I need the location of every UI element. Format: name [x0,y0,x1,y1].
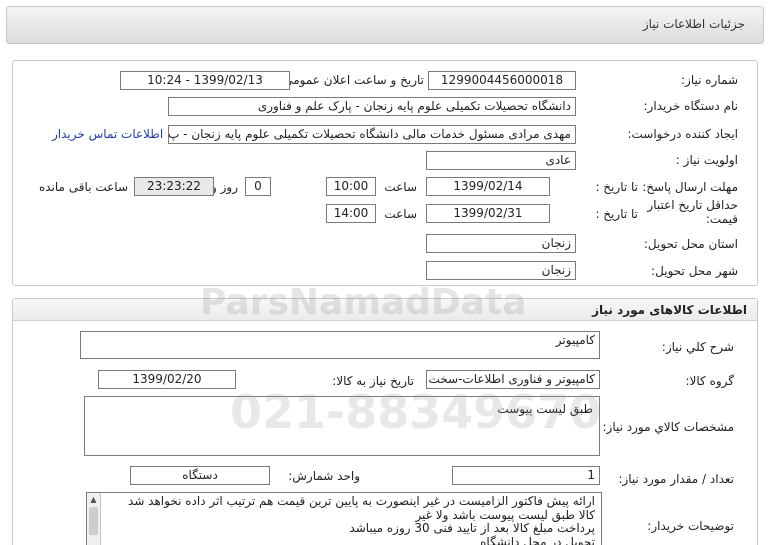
remaining-time-field: 23:23:22 [134,177,214,196]
days-label: روز و [211,180,238,194]
send-deadline-label: مهلت ارسال پاسخ: [642,180,738,194]
notes-scrollbar[interactable]: ▲ [87,493,101,545]
city-field: زنجان [426,261,576,280]
note-line: تحویل در محل دانشگاه [480,534,595,545]
notes-lines: ارائه پیش فاکتور الزامیست در غیر اینصورت… [105,494,595,545]
announce-field: 1399/02/13 - 10:24 [120,71,290,90]
page-title: جزئیات اطلاعات نیاز [642,17,745,31]
send-time-label: ساعت [384,180,417,194]
need-date-field: 1399/02/20 [98,370,236,389]
send-to-date-label: تا تاریخ : [595,180,638,194]
province-field: زنجان [426,234,576,253]
need-number-field: 1299004456000018 [428,71,576,90]
validity-time-field: 14:00 [326,204,376,223]
summary-label: شرح کلي نياز: [661,340,734,354]
note-line: پرداخت مبلغ کالا بعد از تایید فنی 30 روز… [349,521,595,535]
validity-label: حداقل تاریخ اعتبار قیمت: [647,198,738,226]
validity-to-date-label: تا تاریخ : [595,207,638,221]
validity-time-label: ساعت [384,207,417,221]
send-date-field: 1399/02/14 [426,177,550,196]
scroll-thumb[interactable] [89,507,98,535]
unit-field: دستگاه [130,466,270,485]
buyer-org-field: دانشگاه تحصیلات تکمیلی علوم پایه زنجان -… [168,97,576,116]
scroll-up-icon[interactable]: ▲ [87,493,100,506]
requester-field: مهدی مرادی مسئول خدمات مالی دانشگاه تحصی… [168,125,576,144]
general-info-panel [12,60,758,286]
need-number-label: شماره نیاز: [681,73,738,87]
group-label: گروه کالا: [685,374,735,388]
specs-label: مشخصات کالاي مورد نياز: [602,420,734,434]
requester-label: ایجاد کننده درخواست: [627,127,738,141]
contact-buyer-link[interactable]: اطلاعات تماس خریدار [52,127,163,141]
page-header: جزئیات اطلاعات نیاز [6,6,764,44]
days-field: 0 [245,177,271,196]
city-label: شهر محل تحویل: [651,264,738,278]
qty-label: تعداد / مقدار مورد نیاز: [618,472,734,486]
announce-label: تاریخ و ساعت اعلان عمومی: [279,73,424,87]
goods-section-title: اطلاعات کالاهای مورد نیاز [592,303,747,317]
priority-field: عادی [426,151,576,170]
watermark-phone: 021-88349670 [230,385,602,439]
watermark-brand: ParsNamadData [200,282,527,323]
unit-label: واحد شمارش: [288,469,360,483]
summary-field: کامپیوتر [80,331,600,359]
note-line: کالا طبق لیست پیوست باشد ولا غیر [415,507,595,522]
notes-field[interactable]: ▲ ارائه پیش فاکتور الزامیست در غیر اینصو… [86,492,602,545]
priority-label: اولویت نیاز : [675,153,738,167]
qty-field: 1 [452,466,600,485]
remaining-label: ساعت باقی مانده [38,180,128,194]
note-line: ارائه پیش فاکتور الزامیست در غیر اینصورت… [128,494,595,508]
validity-date-field: 1399/02/31 [426,204,550,223]
province-label: استان محل تحویل: [643,237,738,251]
send-time-field: 10:00 [326,177,376,196]
notes-label: توضیحات خریدار: [647,519,734,533]
buyer-org-label: نام دستگاه خریدار: [643,99,739,113]
